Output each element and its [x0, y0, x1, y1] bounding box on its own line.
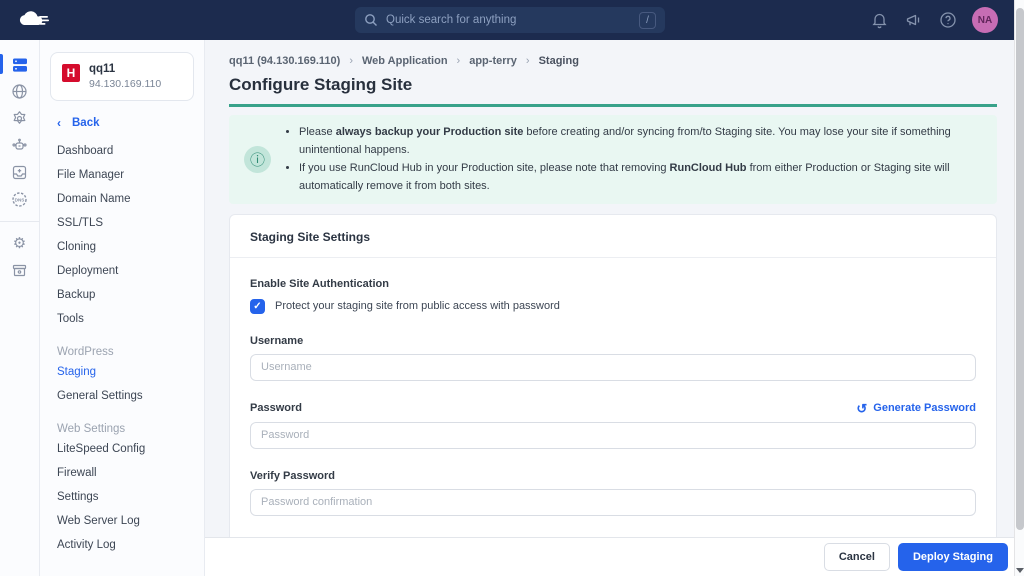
sidebar-item-staging[interactable]: Staging — [50, 360, 194, 384]
sidebar-item-file-manager[interactable]: File Manager — [50, 163, 194, 187]
verify-password-input[interactable] — [250, 489, 976, 516]
scrollbar-thumb[interactable] — [1016, 8, 1024, 530]
chevron-right-icon: › — [349, 55, 353, 67]
sidebar-item-domain-name[interactable]: Domain Name — [50, 187, 194, 211]
rail-agent-icon[interactable] — [0, 132, 40, 159]
sidebar-item-backup[interactable]: Backup — [50, 283, 194, 307]
back-link[interactable]: ‹ Back — [57, 116, 194, 130]
staging-settings-card: Staging Site Settings Enable Site Authen… — [229, 214, 997, 576]
app-body: DNS ⚙ H qq11 94.130.169.110 ‹ Back Dashb… — [0, 40, 1024, 576]
username-label: Username — [250, 335, 976, 347]
sidebar: H qq11 94.130.169.110 ‹ Back Dashboard F… — [40, 40, 205, 576]
rail-dns-icon[interactable]: DNS — [0, 186, 40, 213]
rail-installer-icon[interactable] — [0, 159, 40, 186]
megaphone-icon[interactable] — [904, 11, 923, 30]
enable-site-auth-description: Protect your staging site from public ac… — [275, 300, 560, 312]
sidebar-section-web-settings: Web Settings — [50, 417, 194, 437]
rail-divider — [0, 221, 40, 222]
server-card[interactable]: H qq11 94.130.169.110 — [50, 52, 194, 101]
page-title: Configure Staging Site — [229, 75, 997, 95]
server-ip: 94.130.169.110 — [89, 78, 161, 90]
sidebar-item-web-server-log[interactable]: Web Server Log — [50, 509, 194, 533]
breadcrumb-web-application[interactable]: Web Application — [362, 55, 448, 67]
deploy-staging-button[interactable]: Deploy Staging — [898, 543, 1008, 571]
enable-site-auth-checkbox[interactable] — [250, 299, 265, 314]
provider-logo-icon: H — [62, 64, 80, 82]
bell-icon[interactable] — [870, 11, 889, 30]
search-shortcut-key: / — [639, 12, 656, 29]
icon-rail: DNS ⚙ — [0, 40, 40, 576]
sidebar-item-ssl-tls[interactable]: SSL/TLS — [50, 211, 194, 235]
alert-bullet: If you use RunCloud Hub in your Producti… — [299, 159, 982, 195]
generate-password-link[interactable]: ↺ Generate Password — [856, 402, 976, 415]
sidebar-item-litespeed-config[interactable]: LiteSpeed Config — [50, 437, 194, 461]
rail-web-apps-icon[interactable] — [0, 78, 40, 105]
rail-servers-icon[interactable] — [0, 51, 40, 78]
card-title: Staging Site Settings — [230, 215, 996, 258]
server-name: qq11 — [89, 63, 161, 75]
main-content: qq11 (94.130.169.110) › Web Application … — [205, 40, 1024, 576]
rail-archive-icon[interactable] — [0, 257, 40, 284]
sidebar-item-settings[interactable]: Settings — [50, 485, 194, 509]
sidebar-section-wordpress: WordPress — [50, 340, 194, 360]
info-icon: ⓘ — [244, 146, 271, 173]
password-input[interactable] — [250, 422, 976, 449]
vertical-scrollbar[interactable] — [1014, 0, 1024, 576]
sidebar-item-tools[interactable]: Tools — [50, 307, 194, 331]
enable-site-auth-label: Enable Site Authentication — [250, 278, 976, 290]
search-input[interactable]: Quick search for anything / — [355, 7, 665, 33]
breadcrumb: qq11 (94.130.169.110) › Web Application … — [229, 55, 997, 67]
username-input[interactable] — [250, 354, 976, 381]
back-label: Back — [72, 117, 100, 129]
topbar: Quick search for anything / NA — [0, 0, 1024, 40]
sidebar-item-activity-log[interactable]: Activity Log — [50, 533, 194, 557]
help-icon[interactable] — [938, 11, 957, 30]
search-placeholder: Quick search for anything — [386, 14, 516, 26]
svg-text:DNS: DNS — [15, 197, 25, 202]
chevron-right-icon: › — [526, 55, 530, 67]
accent-divider — [229, 104, 997, 107]
chevron-right-icon: › — [457, 55, 461, 67]
breadcrumb-app[interactable]: app-terry — [469, 55, 517, 67]
breadcrumb-server[interactable]: qq11 (94.130.169.110) — [229, 55, 340, 67]
sidebar-item-general-settings[interactable]: General Settings — [50, 384, 194, 408]
rail-settings-icon[interactable]: ⚙ — [0, 230, 40, 257]
info-alert: ⓘ Please always backup your Production s… — [229, 115, 997, 204]
refresh-icon: ↺ — [856, 402, 867, 415]
action-bar: Cancel Deploy Staging — [205, 537, 1024, 576]
sidebar-item-cloning[interactable]: Cloning — [50, 235, 194, 259]
sidebar-item-dashboard[interactable]: Dashboard — [50, 139, 194, 163]
topbar-actions: NA — [870, 7, 998, 33]
alert-bullet: Please always backup your Production sit… — [299, 123, 982, 159]
search-icon — [364, 13, 378, 27]
scrollbar-down-arrow-icon[interactable] — [1016, 568, 1024, 573]
runcloud-logo-icon[interactable] — [18, 7, 58, 33]
password-label: Password — [250, 402, 302, 414]
cancel-button[interactable]: Cancel — [824, 543, 890, 571]
sidebar-item-deployment[interactable]: Deployment — [50, 259, 194, 283]
generate-password-label: Generate Password — [873, 402, 976, 414]
rail-services-icon[interactable] — [0, 105, 40, 132]
user-avatar[interactable]: NA — [972, 7, 998, 33]
breadcrumb-staging: Staging — [539, 55, 579, 67]
chevron-left-icon: ‹ — [57, 116, 61, 130]
verify-password-label: Verify Password — [250, 470, 976, 482]
sidebar-item-firewall[interactable]: Firewall — [50, 461, 194, 485]
